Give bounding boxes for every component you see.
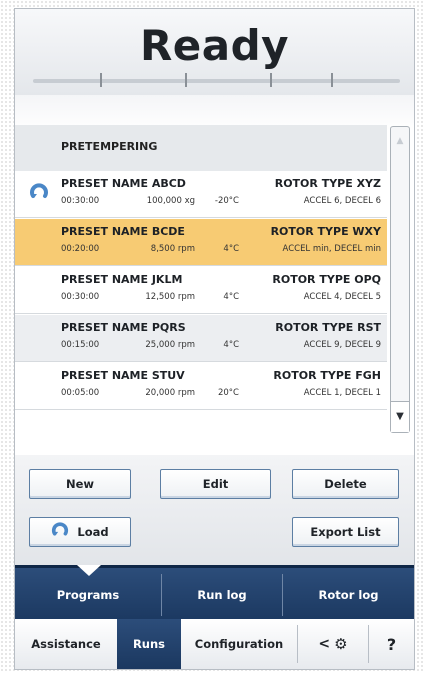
list-section-title: PRETEMPERING (61, 140, 158, 153)
new-button-label: New (65, 477, 95, 491)
device-screen: Ready PRETEMPERING PRESET NAME ABCD 00:3… (14, 8, 415, 670)
program-speed: 20,000 rpm (145, 388, 195, 398)
tab-run-log-label: Run log (197, 588, 247, 602)
program-temp: 4°C (223, 340, 239, 350)
tab-configuration[interactable]: Configuration (181, 619, 297, 669)
gear-icon: ⚙ (334, 635, 348, 653)
edit-button-label: Edit (202, 477, 229, 491)
program-speed: 8,500 rpm (150, 244, 195, 254)
program-list: PRETEMPERING PRESET NAME ABCD 00:30:00 1… (15, 95, 414, 455)
program-name: PRESET NAME BCDE (61, 225, 185, 238)
refresh-icon (29, 183, 49, 203)
chevron-up-icon[interactable]: ▲ (391, 127, 409, 155)
program-accel: ACCEL 6, DECEL 6 (303, 196, 381, 206)
progress-tick (100, 73, 102, 87)
new-button[interactable]: New (29, 469, 131, 499)
program-accel: ACCEL min, DECEL min (282, 244, 381, 254)
edit-button[interactable]: Edit (160, 469, 271, 499)
program-speed: 25,000 rpm (145, 340, 195, 350)
program-time: 00:05:00 (61, 388, 100, 398)
program-accel: ACCEL 4, DECEL 5 (303, 292, 381, 302)
program-row[interactable]: PRESET NAME PQRS 00:15:00 25,000 rpm 4°C… (15, 315, 387, 362)
program-rotor: ROTOR TYPE FGH (273, 369, 381, 382)
delete-button[interactable]: Delete (292, 469, 399, 499)
export-list-button[interactable]: Export List (292, 517, 399, 547)
tab-runs-label: Runs (132, 637, 166, 651)
tab-programs[interactable]: Programs (15, 568, 161, 622)
tab-runs[interactable]: Runs (117, 619, 181, 669)
help-button[interactable]: ? (369, 619, 414, 669)
progress-tick (331, 73, 333, 87)
tab-run-log[interactable]: Run log (162, 568, 282, 622)
progress-tick (185, 73, 187, 87)
tab-programs-label: Programs (56, 588, 120, 602)
program-name: PRESET NAME PQRS (61, 321, 186, 334)
program-row-selected[interactable]: PRESET NAME BCDE 00:20:00 8,500 rpm 4°C … (15, 219, 387, 266)
action-panel: New Edit Delete Load Export List (15, 455, 414, 565)
program-time: 00:15:00 (61, 340, 100, 350)
program-accel: ACCEL 1, DECEL 1 (303, 388, 381, 398)
program-row[interactable]: PRESET NAME STUV 00:05:00 20,000 rpm 20°… (15, 363, 387, 410)
program-temp: 20°C (217, 388, 239, 398)
primary-nav: Programs Run log Rotor log (15, 565, 414, 622)
program-speed: 100,000 xg (146, 196, 195, 206)
secondary-nav: Assistance Runs Configuration < ⚙ ? (15, 619, 414, 669)
delete-button-label: Delete (324, 477, 367, 491)
chevron-left-icon: < (318, 636, 331, 652)
tab-assistance-label: Assistance (31, 637, 101, 651)
progress-track (33, 79, 400, 83)
program-time: 00:20:00 (61, 244, 100, 254)
progress-tick (270, 73, 272, 87)
refresh-icon (51, 521, 69, 543)
program-rotor: ROTOR TYPE XYZ (274, 177, 381, 190)
program-temp: 4°C (223, 244, 239, 254)
program-row[interactable]: PRESET NAME JKLM 00:30:00 12,500 rpm 4°C… (15, 267, 387, 314)
program-rotor: ROTOR TYPE RST (275, 321, 381, 334)
program-speed: 12,500 rpm (145, 292, 195, 302)
program-temp: -20°C (214, 196, 239, 206)
export-list-button-label: Export List (310, 525, 381, 539)
load-button[interactable]: Load (29, 517, 131, 547)
program-rotor: ROTOR TYPE WXY (270, 225, 381, 238)
list-section-header: PRETEMPERING (15, 125, 387, 172)
tab-configuration-label: Configuration (194, 637, 284, 651)
program-rotor: ROTOR TYPE OPQ (272, 273, 381, 286)
tab-rotor-log[interactable]: Rotor log (283, 568, 414, 622)
status-header: Ready (15, 9, 414, 96)
program-accel: ACCEL 9, DECEL 9 (303, 340, 381, 350)
tab-assistance[interactable]: Assistance (15, 619, 117, 669)
program-time: 00:30:00 (61, 196, 100, 206)
question-icon: ? (386, 634, 397, 654)
chevron-down-icon[interactable]: ▼ (391, 401, 409, 432)
load-button-label: Load (77, 525, 109, 539)
program-name: PRESET NAME JKLM (61, 273, 183, 286)
program-row[interactable]: PRESET NAME ABCD 00:30:00 100,000 xg -20… (15, 171, 387, 218)
settings-menu-button[interactable]: < ⚙ (298, 619, 368, 669)
program-temp: 4°C (223, 292, 239, 302)
list-scrollbar[interactable]: ▲ ▼ (390, 126, 410, 433)
tab-rotor-log-label: Rotor log (318, 588, 379, 602)
program-name: PRESET NAME STUV (61, 369, 185, 382)
status-title: Ready (139, 21, 290, 70)
program-name: PRESET NAME ABCD (61, 177, 186, 190)
program-time: 00:30:00 (61, 292, 100, 302)
